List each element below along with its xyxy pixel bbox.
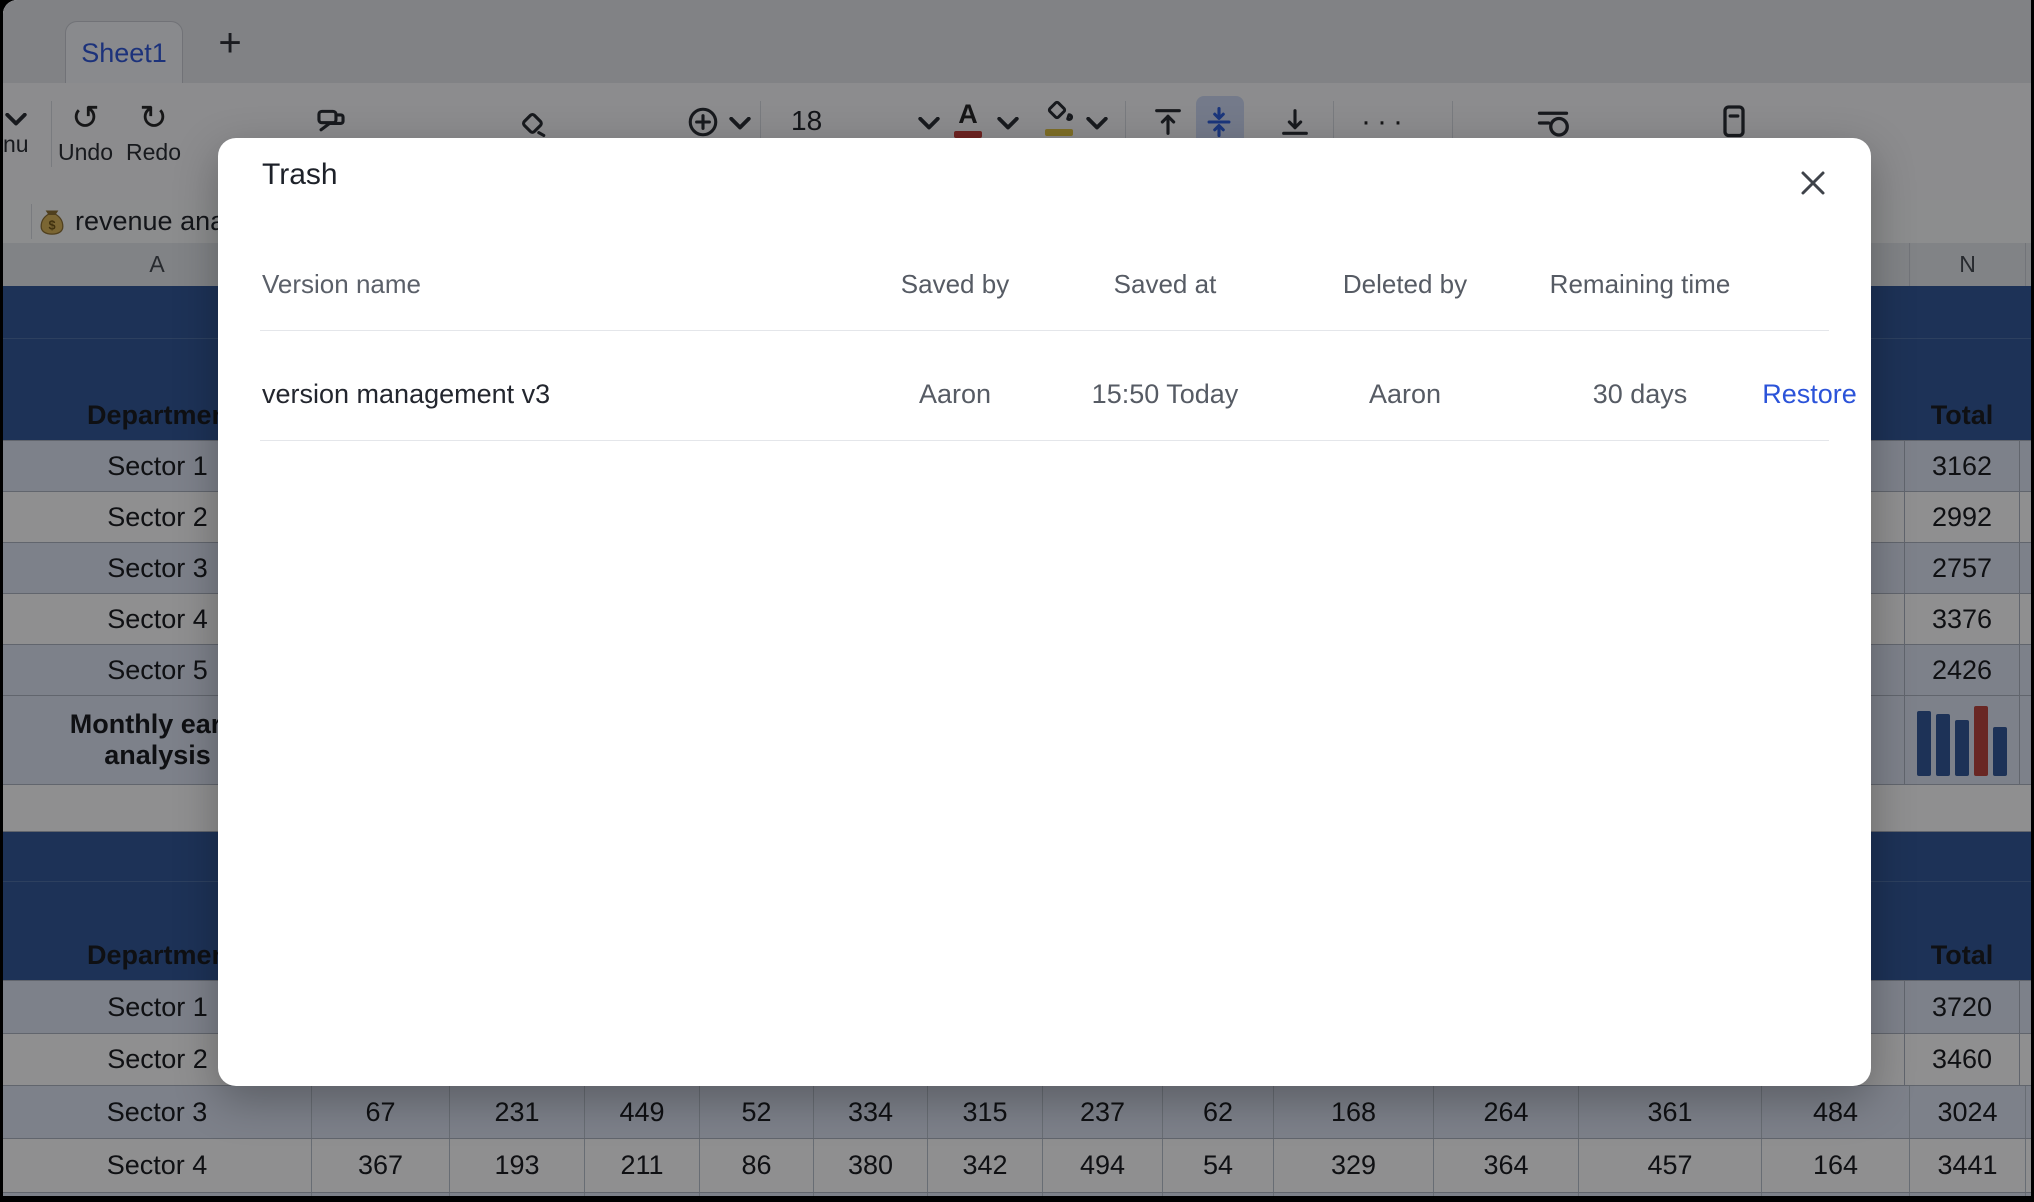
deleted-by: Aaron [1290, 379, 1520, 410]
trash-row: version management v3 Aaron 15:50 Today … [260, 354, 1829, 434]
divider [260, 440, 1829, 441]
col-remaining-time: Remaining time [1520, 269, 1760, 300]
col-saved-at: Saved at [1040, 269, 1290, 300]
saved-by: Aaron [870, 379, 1040, 410]
modal-close-button[interactable] [1794, 164, 1832, 202]
close-icon [1798, 168, 1828, 198]
trash-modal: Trash Version name Saved by Saved at Del… [218, 138, 1871, 1086]
trash-table-header: Version name Saved by Saved at Deleted b… [260, 256, 1829, 312]
col-version-name: Version name [260, 269, 870, 300]
col-saved-by: Saved by [870, 269, 1040, 300]
divider [260, 330, 1829, 331]
version-name: version management v3 [260, 379, 870, 410]
saved-at: 15:50 Today [1040, 379, 1290, 410]
modal-title: Trash [262, 158, 338, 192]
col-deleted-by: Deleted by [1290, 269, 1520, 300]
remaining-time: 30 days [1520, 379, 1760, 410]
restore-button[interactable]: Restore [1760, 379, 1859, 410]
